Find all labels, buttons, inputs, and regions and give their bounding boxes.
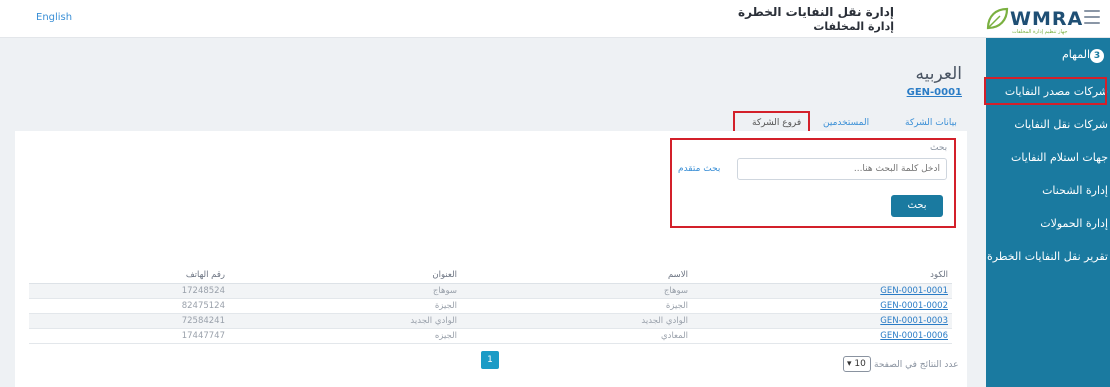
row-phone: 17248524 xyxy=(29,283,229,299)
app-subtitle: إدارة المخلفات xyxy=(813,20,894,33)
sidebar-item-hazardous-report[interactable]: تقرير نقل النفايات الخطرة xyxy=(986,250,1110,263)
logo: WMRA جهاز تنظيم إدارة المخلفات xyxy=(900,4,1084,36)
app-title: إدارة نقل النفايات الخطرة xyxy=(738,5,894,19)
company-name: العربيه xyxy=(915,64,962,84)
column-header-address[interactable]: العنوان xyxy=(229,267,461,284)
row-address: الوادي الجديد xyxy=(229,313,461,329)
row-name: سوهاج xyxy=(461,283,692,299)
row-name: المعادي xyxy=(461,328,692,344)
sidebar-item-tasks[interactable]: 3المهام xyxy=(986,48,1110,63)
row-address: سوهاج xyxy=(229,283,461,299)
sidebar-item-label: شركات نقل النفايات xyxy=(1014,118,1108,131)
row-name: الوادي الجديد xyxy=(461,313,692,329)
sidebar-item-waste-transporters[interactable]: شركات نقل النفايات xyxy=(986,118,1110,131)
row-phone: 17447747 xyxy=(29,328,229,344)
top-header: English WMRA جهاز تنظيم إدارة المخلفات إ… xyxy=(0,0,1110,38)
sidebar-item-label: جهات استلام النفايات xyxy=(1011,151,1108,164)
row-code-link[interactable]: GEN-0001-0006 xyxy=(692,328,952,344)
highlight-box-tab xyxy=(733,111,810,133)
sidebar-item-loads[interactable]: إدارة الحمولات xyxy=(986,217,1110,230)
column-header-code[interactable]: الكود xyxy=(692,267,952,284)
row-address: الجيزة xyxy=(229,298,461,314)
table-row: GEN-0001-0003 الوادي الجديد الوادي الجدي… xyxy=(29,313,952,329)
sidebar-item-waste-receivers[interactable]: جهات استلام النفايات xyxy=(986,151,1110,164)
table-row: GEN-0001-0002 الجيزة الجيزة 82475124 xyxy=(29,298,952,314)
table-row: GEN-0001-0001 سوهاج سوهاج 17248524 xyxy=(29,283,952,299)
tab-company-info[interactable]: بيانات الشركة xyxy=(905,118,957,128)
column-header-name[interactable]: الاسم xyxy=(461,267,692,284)
language-switch-link[interactable]: English xyxy=(36,12,72,23)
company-code-link[interactable]: GEN-0001 xyxy=(907,87,962,98)
table-header-row: الكود الاسم العنوان رقم الهاتف xyxy=(29,267,952,284)
sidebar-item-shipments[interactable]: إدارة الشحنات xyxy=(986,184,1110,197)
tab-users[interactable]: المستخدمين xyxy=(823,118,869,128)
row-phone: 82475124 xyxy=(29,298,229,314)
pagination-page-button[interactable]: 1 xyxy=(481,351,499,369)
hamburger-menu-icon[interactable] xyxy=(1084,10,1100,24)
row-code-link[interactable]: GEN-0001-0003 xyxy=(692,313,952,329)
row-phone: 72584241 xyxy=(29,313,229,329)
row-address: الجيزه xyxy=(229,328,461,344)
page-size-value: 10 xyxy=(854,359,866,369)
table-row: GEN-0001-0006 المعادي الجيزه 17447747 xyxy=(29,328,952,344)
sidebar-item-label: تقرير نقل النفايات الخطرة xyxy=(986,250,1108,263)
row-name: الجيزة xyxy=(461,298,692,314)
page-size-select[interactable]: ▾ 10 xyxy=(843,356,871,372)
chevron-down-icon: ▾ xyxy=(847,359,852,369)
branches-table: الكود الاسم العنوان رقم الهاتف GEN-0001-… xyxy=(29,267,952,344)
brand-name: WMRA xyxy=(1010,8,1084,30)
sidebar-item-label: إدارة الحمولات xyxy=(1040,217,1108,230)
sidebar-item-label: المهام xyxy=(1062,48,1090,61)
row-code-link[interactable]: GEN-0001-0001 xyxy=(692,283,952,299)
brand-subtitle: جهاز تنظيم إدارة المخلفات xyxy=(1012,29,1068,35)
row-code-link[interactable]: GEN-0001-0002 xyxy=(692,298,952,314)
highlight-box-sidebar xyxy=(984,77,1107,105)
tasks-count-badge: 3 xyxy=(1090,49,1104,63)
column-header-phone[interactable]: رقم الهاتف xyxy=(29,267,229,284)
sidebar-item-label: إدارة الشحنات xyxy=(1042,184,1108,197)
highlight-box-search xyxy=(670,138,956,228)
leaf-icon xyxy=(986,7,1009,30)
page-size-label: عدد النتائج في الصفحة xyxy=(874,360,959,370)
